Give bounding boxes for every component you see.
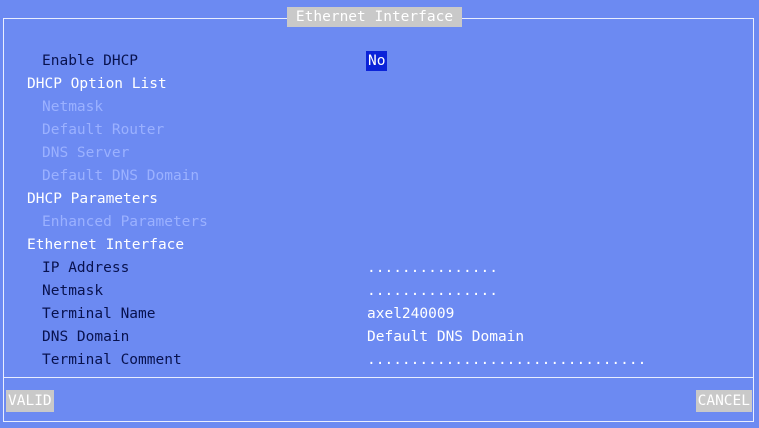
terminal-comment-label: Terminal Comment [42, 352, 182, 368]
dns-domain-label: DNS Domain [42, 329, 130, 345]
enable-dhcp-label: Enable DHCP [42, 53, 139, 69]
netmask-label: Netmask [42, 283, 104, 299]
netmask-field[interactable]: ............... [367, 281, 498, 301]
dhcp-option-list-heading: DHCP Option List [27, 76, 167, 92]
cancel-button[interactable]: CANCEL [695, 390, 752, 412]
enhanced-parameters-item: Enhanced Parameters [42, 214, 208, 230]
option-default-dns-domain: Default DNS Domain [42, 168, 200, 184]
button-separator [4, 377, 753, 378]
valid-button[interactable]: VALID [6, 390, 54, 412]
dhcp-parameters-heading: DHCP Parameters [27, 191, 158, 207]
option-netmask: Netmask [42, 99, 104, 115]
ip-address-label: IP Address [42, 260, 130, 276]
terminal-name-label: Terminal Name [42, 306, 156, 322]
enable-dhcp-toggle[interactable]: No [366, 51, 388, 71]
option-dns-server: DNS Server [42, 145, 130, 161]
ethernet-interface-screen: Ethernet Interface Enable DHCP No DHCP O… [0, 0, 759, 428]
dialog-title: Ethernet Interface [287, 7, 462, 27]
terminal-name-field[interactable]: axel240009 [367, 304, 454, 324]
ip-address-field[interactable]: ............... [367, 258, 498, 278]
dns-domain-field[interactable]: Default DNS Domain [367, 327, 524, 347]
terminal-comment-field[interactable]: ................................ [367, 350, 646, 370]
ethernet-interface-heading: Ethernet Interface [27, 237, 185, 253]
option-default-router: Default Router [42, 122, 165, 138]
